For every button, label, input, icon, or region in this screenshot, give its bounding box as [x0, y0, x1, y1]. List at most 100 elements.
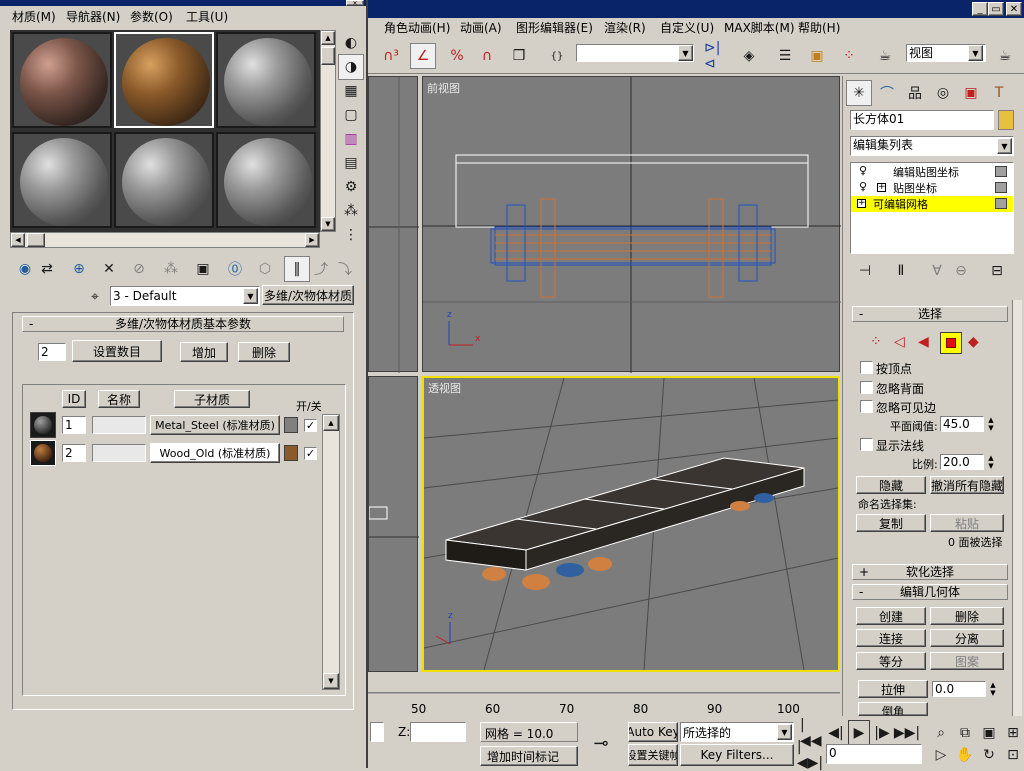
- material-editor-close-button[interactable]: ✕: [346, 0, 364, 6]
- remove-modifier-icon[interactable]: ⊖: [948, 258, 974, 284]
- expand-icon[interactable]: +: [857, 199, 866, 208]
- show-end-result-icon[interactable]: ‖: [284, 256, 310, 282]
- stack-item-editable-mesh[interactable]: + 可编辑网格: [851, 196, 1013, 212]
- light-bulb-icon[interactable]: ♀: [859, 180, 867, 193]
- menu-navigation[interactable]: 导航器(N): [66, 8, 120, 28]
- menu-animation[interactable]: 动画(A): [460, 18, 502, 38]
- maximize-viewport-icon[interactable]: ⊡: [1000, 742, 1024, 768]
- angle-snap-icon[interactable]: ∠: [410, 43, 436, 69]
- scroll-left-arrow[interactable]: ◀: [11, 233, 25, 247]
- left-viewport-fragment[interactable]: [368, 76, 419, 373]
- sub-material-1-color[interactable]: [284, 417, 298, 433]
- material-editor-scrollbar[interactable]: [356, 312, 366, 710]
- sub-material-list-scrollbar[interactable]: ▲ ▼: [322, 414, 340, 690]
- key-selection-dropdown-arrow[interactable]: ▼: [777, 724, 792, 740]
- mirror-icon[interactable]: ⊳|⊲: [704, 40, 730, 72]
- sub-material-1-id[interactable]: 1: [62, 416, 86, 434]
- delete-button[interactable]: 删除: [930, 607, 1004, 625]
- modifier-list-dropdown[interactable]: 编辑集列表: [850, 136, 1014, 156]
- sample-uv-tiling-icon[interactable]: ▢: [338, 102, 364, 128]
- hide-button[interactable]: 隐藏: [856, 476, 926, 494]
- perspective-viewport[interactable]: 透视图 z: [422, 376, 840, 672]
- named-selection-dropdown[interactable]: [576, 44, 694, 62]
- show-map-icon[interactable]: ⬡: [252, 256, 278, 282]
- hierarchy-tab-icon[interactable]: 品: [902, 80, 928, 106]
- track-bar[interactable]: [368, 692, 840, 720]
- ignore-visible-edges-checkbox[interactable]: [860, 400, 873, 413]
- bevel-button[interactable]: 倒角: [858, 702, 928, 716]
- show-normals-checkbox[interactable]: [860, 438, 873, 451]
- material-name-arrow[interactable]: ▼: [243, 288, 258, 304]
- menu-utilities[interactable]: 工具(U): [186, 8, 228, 28]
- left-viewport-fragment-bottom[interactable]: [368, 376, 419, 672]
- key-filters-button[interactable]: Key Filters...: [680, 744, 794, 766]
- sort-by-name-button[interactable]: 名称: [98, 390, 140, 408]
- element-level-icon[interactable]: ◆: [968, 334, 979, 350]
- add-time-tag-button[interactable]: 增加时间标记: [480, 746, 578, 766]
- make-unique-icon[interactable]: ∀: [924, 258, 950, 284]
- menu-material[interactable]: 材质(M): [12, 8, 56, 28]
- scroll-thumb[interactable]: [321, 47, 335, 65]
- scroll-down-arrow[interactable]: ▼: [321, 217, 335, 231]
- background-icon[interactable]: ▦: [338, 78, 364, 104]
- object-name-field[interactable]: 长方体01: [850, 110, 994, 130]
- soft-selection-rollout-header[interactable]: + 软化选择: [852, 564, 1008, 580]
- maximize-button[interactable]: ▭: [988, 2, 1004, 16]
- z-coordinate-field[interactable]: [410, 722, 466, 742]
- create-button[interactable]: 创建: [856, 607, 926, 625]
- put-to-library-icon[interactable]: ▣: [190, 256, 216, 282]
- planar-threshold-field[interactable]: 45.0: [940, 416, 984, 432]
- sample-slot-3[interactable]: [216, 32, 316, 128]
- light-bulb-icon[interactable]: ♀: [859, 164, 867, 177]
- previous-frame-icon[interactable]: ◀|: [826, 720, 846, 746]
- utilities-tab-icon[interactable]: T: [986, 80, 1012, 106]
- align-icon[interactable]: ◈: [736, 43, 762, 69]
- go-to-end-icon[interactable]: ▶▶|: [894, 720, 920, 746]
- sample-slots-vscroll[interactable]: ▲ ▼: [320, 30, 336, 232]
- select-by-material-icon[interactable]: ⁂: [338, 198, 364, 224]
- abc-selection-icon[interactable]: {}: [544, 43, 570, 69]
- menu-rendering[interactable]: 渲染(R): [604, 18, 646, 38]
- extrude-spinner[interactable]: ▲ ▼: [988, 681, 998, 697]
- minimize-button[interactable]: _: [972, 2, 988, 16]
- close-button[interactable]: ✕: [1006, 2, 1022, 16]
- scroll-up-arrow[interactable]: ▲: [321, 31, 335, 45]
- scroll-up-arrow[interactable]: ▲: [323, 415, 339, 431]
- arc-rotate-icon[interactable]: ↻: [976, 742, 1002, 768]
- spinner-snap-icon[interactable]: ∩: [474, 43, 500, 69]
- sub-material-2-on-checkbox[interactable]: ✓: [304, 447, 317, 460]
- named-selection-icon[interactable]: ❒: [506, 43, 532, 69]
- x-coordinate-field[interactable]: [370, 722, 384, 742]
- sub-material-2-color[interactable]: [284, 445, 298, 461]
- scale-spinner[interactable]: ▲ ▼: [986, 454, 996, 470]
- scroll-thumb[interactable]: [27, 233, 45, 247]
- key-mode-icon[interactable]: |◀▶|: [797, 739, 823, 771]
- sort-by-id-button[interactable]: ID: [62, 390, 86, 408]
- object-color-swatch[interactable]: [998, 110, 1014, 130]
- attach-button[interactable]: 连接: [856, 629, 926, 647]
- make-copy-icon[interactable]: ⊘: [126, 256, 152, 282]
- paste-button[interactable]: 粘贴: [930, 514, 1004, 532]
- pin-stack-icon[interactable]: ⊣: [852, 258, 878, 284]
- reset-map-icon[interactable]: ✕: [96, 256, 122, 282]
- sub-material-2-name[interactable]: [92, 444, 146, 462]
- material-effects-channel-icon[interactable]: ⓪: [222, 256, 248, 282]
- video-color-check-icon[interactable]: ▥: [338, 126, 364, 152]
- layer-manager-icon[interactable]: ☰: [772, 43, 798, 69]
- make-preview-icon[interactable]: ▤: [338, 150, 364, 176]
- show-end-result-icon[interactable]: Ⅱ: [888, 258, 914, 284]
- key-icon[interactable]: ⊸: [588, 730, 614, 756]
- display-tab-icon[interactable]: ▣: [958, 80, 984, 106]
- delete-sub-material-button[interactable]: 删除: [238, 342, 290, 362]
- scroll-right-arrow[interactable]: ▶: [305, 233, 319, 247]
- sub-material-1-name[interactable]: [92, 416, 146, 434]
- assign-material-icon[interactable]: ⊕: [66, 256, 92, 282]
- multi-sub-rollout-header[interactable]: - 多维/次物体材质基本参数: [22, 316, 344, 332]
- named-selection-dropdown-arrow[interactable]: ▼: [678, 45, 693, 61]
- sub-material-1-button[interactable]: Metal_Steel (标准材质): [150, 415, 280, 435]
- render-scene-icon[interactable]: ☕: [872, 43, 898, 69]
- add-sub-material-button[interactable]: 增加: [180, 342, 228, 362]
- auto-key-button[interactable]: Auto Key: [628, 722, 678, 742]
- curve-editor-icon[interactable]: ▣: [804, 43, 830, 69]
- sample-slot-2[interactable]: [114, 32, 214, 128]
